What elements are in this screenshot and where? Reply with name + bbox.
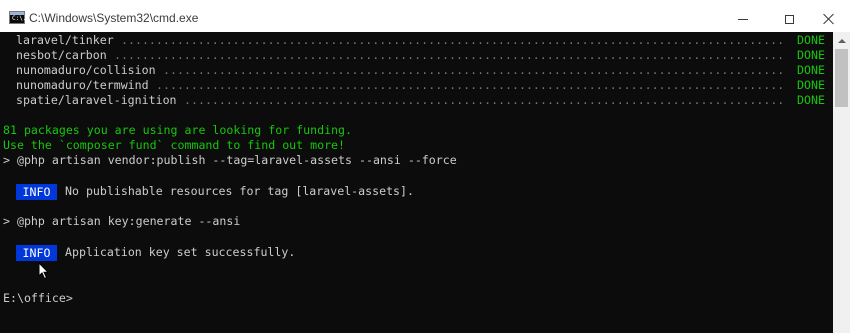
console-output[interactable]: ........................................… bbox=[0, 32, 833, 333]
scroll-up-button[interactable] bbox=[833, 32, 850, 49]
package-status: DONE bbox=[797, 78, 825, 92]
dot-leader: ........................................… bbox=[163, 63, 785, 77]
close-button[interactable] bbox=[808, 6, 850, 32]
minimize-icon bbox=[738, 18, 748, 20]
package-name: spatie/laravel-ignition bbox=[16, 93, 177, 107]
scroll-thumb[interactable] bbox=[835, 49, 848, 107]
package-name: laravel/tinker bbox=[16, 33, 114, 47]
command-line-vendor-publish: > @php artisan vendor:publish --tag=lara… bbox=[3, 153, 457, 167]
cmd-icon-glyph: C:\. bbox=[12, 15, 27, 22]
package-name: nunomaduro/collision bbox=[16, 63, 156, 77]
info-message: Application key set successfully. bbox=[65, 245, 296, 259]
window-title: C:\Windows\System32\cmd.exe bbox=[29, 11, 199, 25]
command-line-key-generate: > @php artisan key:generate --ansi bbox=[3, 214, 241, 228]
package-row: ........................................… bbox=[0, 33, 833, 48]
command-prompt[interactable]: E:\office> bbox=[3, 291, 73, 306]
package-name: nunomaduro/termwind bbox=[16, 78, 149, 92]
vertical-scrollbar[interactable] bbox=[833, 32, 850, 333]
funding-message-line1: 81 packages you are using are looking fo… bbox=[3, 123, 353, 137]
dot-leader: ........................................… bbox=[114, 48, 785, 62]
package-status: DONE bbox=[797, 33, 825, 47]
package-row: ........................................… bbox=[0, 93, 833, 108]
info-badge: INFO bbox=[16, 184, 57, 200]
minimize-button[interactable] bbox=[720, 6, 766, 32]
package-row: ........................................… bbox=[0, 63, 833, 78]
cmd-icon[interactable]: C:\. bbox=[9, 11, 27, 24]
info-badge: INFO bbox=[16, 245, 57, 261]
package-name: nesbot/carbon bbox=[16, 48, 107, 62]
dot-leader: ........................................… bbox=[156, 78, 785, 92]
maximize-button[interactable] bbox=[766, 6, 812, 32]
package-status: DONE bbox=[797, 48, 825, 62]
mouse-pointer-icon bbox=[38, 262, 50, 280]
title-bar[interactable]: C:\. C:\Windows\System32\cmd.exe bbox=[0, 3, 850, 32]
package-status: DONE bbox=[797, 63, 825, 77]
package-status: DONE bbox=[797, 93, 825, 107]
funding-message-line2: Use the `composer fund` command to find … bbox=[3, 138, 346, 152]
close-icon bbox=[823, 13, 835, 25]
package-row: ........................................… bbox=[0, 48, 833, 63]
maximize-icon bbox=[784, 14, 794, 24]
package-row: ........................................… bbox=[0, 78, 833, 93]
dot-leader: ........................................… bbox=[121, 33, 785, 47]
scroll-up-arrow-icon bbox=[837, 38, 846, 43]
info-message: No publishable resources for tag [larave… bbox=[65, 184, 415, 198]
dot-leader: ........................................… bbox=[184, 93, 785, 107]
